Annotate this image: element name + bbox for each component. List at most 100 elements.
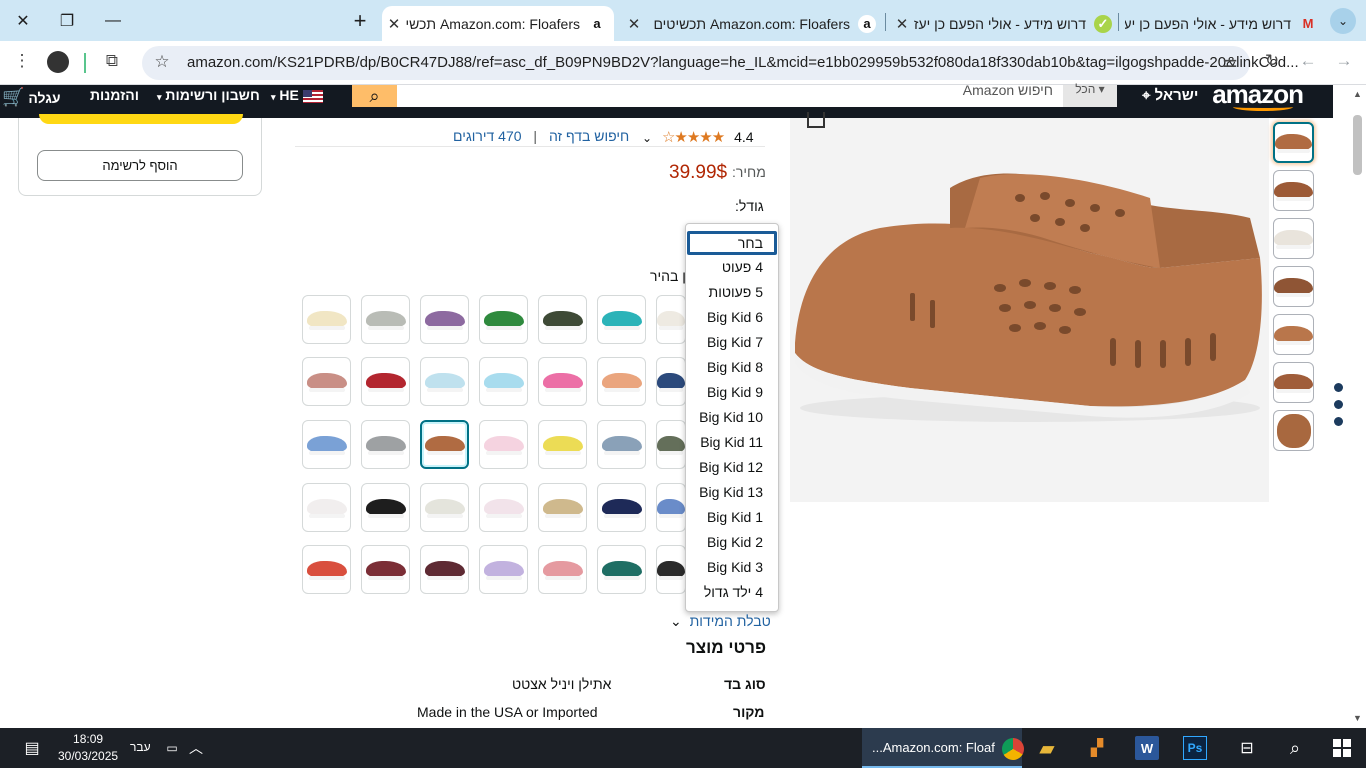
color-swatch[interactable] [302,357,351,406]
account-lists-link[interactable]: חשבון ורשימות ▾ [157,87,260,103]
search-this-page-link[interactable]: חיפוש בדף זה [549,128,629,144]
orders-link[interactable]: והזמנות [90,87,139,103]
tab-forum-1[interactable]: ✕ ✓ דרוש מידע - אולי הפעם כן יעזרו [890,6,1120,41]
page-scrollbar[interactable]: ▲ ▼ [1349,85,1366,728]
deliver-to-location[interactable]: ישראל ⌖ [1142,87,1198,104]
color-swatch[interactable] [597,357,646,406]
minimize-window-icon[interactable]: — [90,0,136,41]
color-swatch[interactable] [656,420,686,469]
search-bar[interactable]: ⌕ חיפוש Amazon הכל ▾ [352,82,1117,107]
color-swatch[interactable] [656,357,686,406]
back-icon[interactable]: → [1332,51,1356,71]
size-option[interactable]: Big Kid 13 [686,480,778,505]
notifications-icon[interactable]: ▤ [20,736,44,760]
tab-search-icon[interactable]: ⌄ [1325,0,1361,41]
size-option[interactable]: Big Kid 11 [686,430,778,455]
color-swatch[interactable] [420,545,469,594]
scroll-up-icon[interactable]: ▲ [1353,89,1362,99]
close-tab-icon[interactable]: ✕ [382,15,406,33]
color-swatch[interactable] [479,545,528,594]
color-swatch[interactable] [656,295,686,344]
cart-link[interactable]: עגלה 🛒 [2,87,61,108]
scrollbar-thumb[interactable] [1353,115,1362,175]
size-option[interactable]: Big Kid 6 [686,305,778,330]
size-option[interactable]: Big Kid 1 [686,505,778,530]
size-dropdown-list[interactable]: בחר 4 פעוט 5 פעוטות Big Kid 6 Big Kid 7 … [685,223,779,612]
restore-window-icon[interactable]: ❐ [44,0,90,41]
battery-icon[interactable]: ▭ [160,736,184,760]
close-window-icon[interactable]: ✕ [0,0,46,41]
close-tab-icon[interactable]: ✕ [622,15,646,33]
rating-stars[interactable]: ⌄ ☆★★★★ 4.4 [642,128,754,146]
photoshop-icon[interactable]: Ps [1183,736,1207,760]
color-swatch[interactable] [302,420,351,469]
color-swatch[interactable] [420,420,469,469]
color-swatch[interactable] [656,545,686,594]
profile-avatar[interactable] [47,51,69,73]
tab-amazon-2[interactable]: ✕ a Amazon.com: Floafers תכשיטים [622,6,884,41]
add-to-list-button[interactable]: הוסף לרשימה [37,150,243,181]
task-view-icon[interactable]: ⊟ [1235,736,1259,760]
thumbnail-7[interactable] [1273,410,1314,451]
size-option[interactable]: Big Kid 12 [686,455,778,480]
search-category-select[interactable]: הכל ▾ [1063,83,1117,107]
size-option[interactable]: Big Kid 3 [686,555,778,580]
size-option[interactable]: Big Kid 10 [686,405,778,430]
menu-dots-icon[interactable]: ⋮ [10,51,34,71]
color-swatch[interactable] [420,357,469,406]
color-swatch[interactable] [479,295,528,344]
chevron-down-icon[interactable]: ⌄ [642,131,652,145]
carousel-dot[interactable] [1334,383,1343,392]
extensions-icon[interactable]: ⧉ [100,51,124,71]
color-swatch[interactable] [361,545,410,594]
bookmark-star-icon[interactable]: ☆ [150,52,174,72]
color-swatch[interactable] [361,420,410,469]
start-button[interactable] [1330,736,1354,760]
color-swatch[interactable] [479,483,528,532]
color-swatch[interactable] [302,295,351,344]
color-swatch[interactable] [597,295,646,344]
color-swatch[interactable] [597,483,646,532]
color-swatch[interactable] [361,295,410,344]
color-swatch[interactable] [479,357,528,406]
language-selector[interactable]: ▾ HE [271,87,323,103]
size-option[interactable]: בחר [687,231,777,255]
tab-amazon-active[interactable]: a Amazon.com: Floafers תכשיטים ✕ [382,6,614,41]
thumbnail-3[interactable] [1273,218,1314,259]
size-option[interactable]: Big Kid 8 [686,355,778,380]
thumbnail-2[interactable] [1273,170,1314,211]
color-swatch[interactable] [538,420,587,469]
input-language[interactable]: עבר [130,740,151,754]
carousel-dot[interactable] [1334,400,1343,409]
size-option[interactable]: Big Kid 9 [686,380,778,405]
thumbnail-6[interactable] [1273,362,1314,403]
color-swatch[interactable] [538,545,587,594]
size-option[interactable]: Big Kid 7 [686,330,778,355]
add-to-cart-button[interactable] [39,114,243,124]
size-chart-link[interactable]: טבלת המידות ⌄ [670,613,771,630]
close-tab-icon[interactable]: ✕ [890,15,914,33]
thumbnail-1[interactable] [1273,122,1314,163]
color-swatch[interactable] [538,483,587,532]
file-explorer-icon[interactable]: ▰ [1035,736,1059,760]
app-icon[interactable]: ▞ [1085,736,1109,760]
main-product-image[interactable] [790,118,1269,502]
size-option[interactable]: Big Kid 2 [686,530,778,555]
taskbar-chrome-window[interactable]: ...Amazon.com: Floaf [862,728,1025,768]
color-swatch[interactable] [597,420,646,469]
size-option[interactable]: 4 פעוט [686,255,778,280]
scroll-down-icon[interactable]: ▼ [1353,713,1362,723]
tab-gmail[interactable]: M דרוש מידע - אולי הפעם כן יעזרו [1125,6,1325,41]
color-swatch[interactable] [302,545,351,594]
system-clock[interactable]: 18:09 30/03/2025 [58,731,118,765]
site-settings-icon[interactable]: ⚌ [1218,52,1242,72]
color-swatch[interactable] [420,295,469,344]
reload-icon[interactable]: ↻ [1260,51,1284,71]
word-icon[interactable]: W [1135,736,1159,760]
color-swatch[interactable] [597,545,646,594]
reviews-count-link[interactable]: 470 דירוגים [453,128,522,144]
search-icon[interactable]: ⌕ [1283,736,1307,760]
search-button[interactable]: ⌕ [352,85,397,107]
color-swatch[interactable] [361,357,410,406]
url-text[interactable]: amazon.com/KS21PDRB/dp/B0CR47DJ88/ref=as… [187,54,1299,71]
